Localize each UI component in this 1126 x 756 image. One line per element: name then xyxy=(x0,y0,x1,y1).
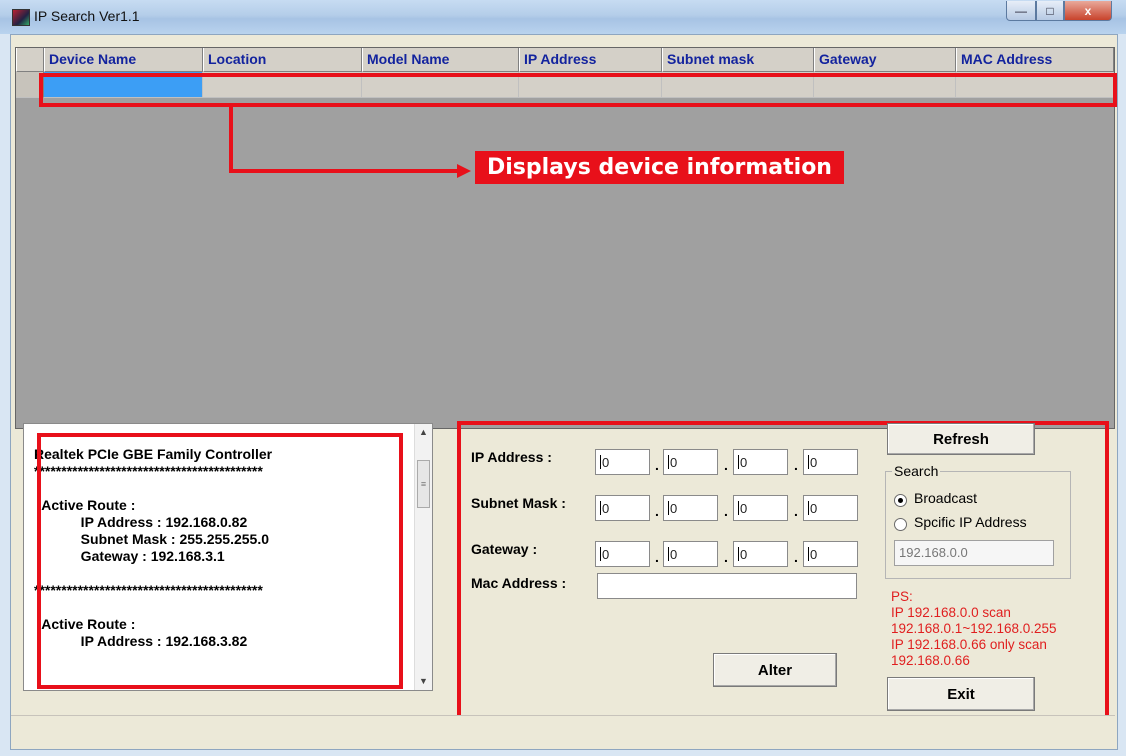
window-title: IP Search Ver1.1 xyxy=(34,8,140,24)
subnet-mask-label: Subnet Mask : xyxy=(471,495,566,511)
subnet-octet-4[interactable]: 0 xyxy=(803,495,858,521)
client-area: Device Name Location Model Name IP Addre… xyxy=(10,34,1118,750)
app-icon xyxy=(12,9,30,26)
gateway-label: Gateway : xyxy=(471,541,538,557)
mac-address-label: Mac Address : xyxy=(471,575,567,591)
search-groupbox: Search Broadcast Spcific IP Address 192.… xyxy=(885,463,1071,579)
close-button[interactable]: x xyxy=(1064,1,1112,21)
subnet-octet-3[interactable]: 0 xyxy=(733,495,788,521)
vertical-scrollbar[interactable]: ▲ ≡ ▼ xyxy=(414,424,432,690)
scroll-thumb[interactable]: ≡ xyxy=(417,460,430,508)
gateway-octet-3[interactable]: 0 xyxy=(733,541,788,567)
subnet-dot-1: . xyxy=(655,503,659,519)
broadcast-radio-label[interactable]: Broadcast xyxy=(914,490,977,506)
ip-octet-2[interactable]: 0 xyxy=(663,449,718,475)
subnet-dot-2: . xyxy=(724,503,728,519)
gateway-dot-1: . xyxy=(655,549,659,565)
ps-note: PS: IP 192.168.0.0 scan 192.168.0.1~192.… xyxy=(891,589,1057,668)
exit-button[interactable]: Exit xyxy=(887,677,1035,711)
scroll-down-arrow-icon[interactable]: ▼ xyxy=(415,673,432,690)
ip-octet-1[interactable]: 0 xyxy=(595,449,650,475)
ip-dot-1: . xyxy=(655,457,659,473)
alter-button[interactable]: Alter xyxy=(713,653,837,687)
refresh-button[interactable]: Refresh xyxy=(887,423,1035,455)
subnet-dot-3: . xyxy=(794,503,798,519)
ip-dot-3: . xyxy=(794,457,798,473)
ip-address-label: IP Address : xyxy=(471,449,552,465)
adapter-info-highlight-box xyxy=(37,433,403,689)
maximize-button[interactable]: □ xyxy=(1036,1,1064,21)
gateway-dot-3: . xyxy=(794,549,798,565)
specific-ip-input[interactable]: 192.168.0.0 xyxy=(894,540,1054,566)
gateway-octet-4[interactable]: 0 xyxy=(803,541,858,567)
gateway-dot-2: . xyxy=(724,549,728,565)
gateway-octet-1[interactable]: 0 xyxy=(595,541,650,567)
gateway-octet-2[interactable]: 0 xyxy=(663,541,718,567)
ip-dot-2: . xyxy=(724,457,728,473)
minimize-button[interactable]: — xyxy=(1006,1,1036,21)
ip-octet-3[interactable]: 0 xyxy=(733,449,788,475)
broadcast-radio[interactable] xyxy=(894,494,907,507)
title-bar: IP Search Ver1.1 — □ x xyxy=(0,0,1126,34)
specific-ip-radio[interactable] xyxy=(894,518,907,531)
callout-label: Displays device information xyxy=(475,151,844,184)
search-groupbox-title: Search xyxy=(892,463,941,479)
app-window: IP Search Ver1.1 — □ x Device Name Locat… xyxy=(0,0,1126,756)
specific-ip-radio-label[interactable]: Spcific IP Address xyxy=(914,514,1027,530)
subnet-octet-1[interactable]: 0 xyxy=(595,495,650,521)
subnet-octet-2[interactable]: 0 xyxy=(663,495,718,521)
ip-octet-4[interactable]: 0 xyxy=(803,449,858,475)
scroll-up-arrow-icon[interactable]: ▲ xyxy=(415,424,432,441)
callout-arrow xyxy=(229,107,471,178)
mac-address-field[interactable] xyxy=(597,573,857,599)
status-bar xyxy=(11,715,1115,748)
